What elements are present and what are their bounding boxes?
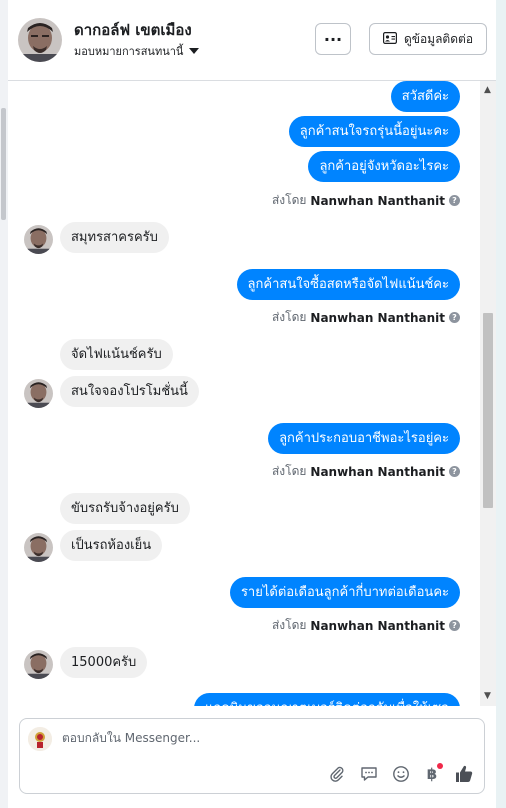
message-scrollbar[interactable]: ▲ ▼ xyxy=(480,81,496,706)
message-outgoing: สวัสดีค่ะ xyxy=(390,81,460,112)
message-outgoing: ลูกค้าสนใจรถรุ่นนี้อยู่นะคะ xyxy=(288,116,460,147)
help-icon[interactable]: ? xyxy=(449,312,460,323)
page-avatar xyxy=(28,727,52,751)
message-incoming: สนใจจองโปรโมชั่นนี้ xyxy=(60,376,199,407)
reply-input[interactable] xyxy=(62,731,362,745)
smile-icon[interactable] xyxy=(390,763,412,785)
sender-name[interactable]: Nanwhan Nanthanit xyxy=(310,311,445,325)
message-outgoing: ลูกค้าสนใจซื้อสดหรือจัดไฟแน้นช์คะ xyxy=(236,269,460,300)
conversation-header: ดากอล์ฟ เขตเมือง มอบหมายการสนทนานี้ ··· … xyxy=(8,0,496,81)
view-contact-info-button[interactable]: ดูข้อมูลติดต่อ xyxy=(369,23,487,55)
message-outgoing: ลูกค้าประกอบอาชีพอะไรอยู่คะ xyxy=(268,423,460,454)
message-incoming: 15000ครับ xyxy=(60,647,148,678)
right-edge xyxy=(496,0,506,808)
contact-avatar-small xyxy=(24,533,53,562)
more-label: ··· xyxy=(323,29,343,49)
contact-card-icon xyxy=(382,31,397,47)
sent-by-prefix: ส่งโดย xyxy=(271,193,307,207)
scroll-up-icon[interactable]: ▲ xyxy=(484,85,491,95)
paperclip-icon[interactable] xyxy=(326,763,348,785)
help-icon[interactable]: ? xyxy=(449,466,460,477)
message-outgoing: รายได้ต่อเดือนลูกค้ากี่บาทต่อเดือนคะ xyxy=(229,577,460,608)
left-scroll-thumb[interactable] xyxy=(1,108,6,220)
reply-box: ฿ xyxy=(19,718,485,794)
baht-icon[interactable]: ฿ xyxy=(421,763,443,785)
sender-name[interactable]: Nanwhan Nanthanit xyxy=(310,465,445,479)
contact-avatar-small xyxy=(24,650,53,679)
sent-by-label: ส่งโดย Nanwhan Nanthanit ? xyxy=(272,308,460,327)
message-incoming: เป็นรถห้องเย็น xyxy=(60,530,163,561)
caret-down-icon xyxy=(189,45,200,58)
comment-icon[interactable] xyxy=(358,763,380,785)
message-incoming: สมุทรสาครครับ xyxy=(60,222,169,253)
sent-by-prefix: ส่งโดย xyxy=(271,618,307,632)
message-outgoing: แอดมินขออนุญาตเบอร์ติดต่อกลับเพื่อให้เซล xyxy=(194,693,460,706)
contact-name[interactable]: ดากอล์ฟ เขตเมือง xyxy=(74,18,192,42)
message-incoming: จัดไฟแน้นช์ครับ xyxy=(60,339,173,370)
sender-name[interactable]: Nanwhan Nanthanit xyxy=(310,194,445,208)
message-list[interactable]: สวัสดีค่ะ ลูกค้าสนใจรถรุ่นนี้อยู่นะคะ ลู… xyxy=(8,81,496,706)
left-scroll-strip xyxy=(0,0,8,808)
message-incoming: ขับรถรับจ้างอยู่ครับ xyxy=(60,493,190,524)
assign-conversation-dropdown[interactable]: มอบหมายการสนทนานี้ xyxy=(74,42,200,60)
notification-dot xyxy=(437,763,443,769)
assign-label: มอบหมายการสนทนานี้ xyxy=(74,45,184,58)
sent-by-label: ส่งโดย Nanwhan Nanthanit ? xyxy=(272,191,460,210)
sent-by-label: ส่งโดย Nanwhan Nanthanit ? xyxy=(272,616,460,635)
scroll-down-icon[interactable]: ▼ xyxy=(484,691,491,701)
message-outgoing: ลูกค้าอยู่จังหวัดอะไรคะ xyxy=(308,151,460,182)
sender-name[interactable]: Nanwhan Nanthanit xyxy=(310,619,445,633)
help-icon[interactable]: ? xyxy=(449,195,460,206)
help-icon[interactable]: ? xyxy=(449,620,460,631)
contact-info-label: ดูข้อมูลติดต่อ xyxy=(403,31,474,46)
thumbs-up-icon[interactable] xyxy=(453,763,475,785)
scrollbar-thumb[interactable] xyxy=(483,313,493,508)
sent-by-prefix: ส่งโดย xyxy=(271,464,307,478)
sent-by-label: ส่งโดย Nanwhan Nanthanit ? xyxy=(272,462,460,481)
contact-avatar-small xyxy=(24,225,53,254)
contact-avatar[interactable] xyxy=(18,18,62,62)
more-options-button[interactable]: ··· xyxy=(315,23,351,55)
contact-avatar-small xyxy=(24,379,53,408)
conversation-panel: ดากอล์ฟ เขตเมือง มอบหมายการสนทนานี้ ··· … xyxy=(8,0,496,808)
sent-by-prefix: ส่งโดย xyxy=(271,310,307,324)
